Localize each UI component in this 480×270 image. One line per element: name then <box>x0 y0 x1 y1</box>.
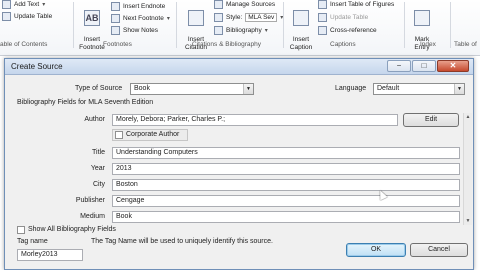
ribbon: Add Text ▾ Update Table able of Contents … <box>0 0 480 56</box>
bibliography-icon <box>214 26 223 35</box>
minimize-button[interactable]: − <box>387 60 411 72</box>
language-label: Language <box>335 85 367 92</box>
language-value: Default <box>377 85 400 92</box>
citation-icon <box>188 10 204 26</box>
ribbon-separator <box>404 2 405 48</box>
chevron-down-icon: ▾ <box>42 2 46 8</box>
footnote-icon: AB <box>84 10 100 26</box>
ribbon-separator <box>176 2 177 48</box>
index-group-label: Index <box>420 41 436 48</box>
caption-icon <box>293 10 309 26</box>
bibliography-button[interactable]: Bibliography ▾ <box>214 26 268 35</box>
show-all-fields-label: Show All Bibliography Fields <box>28 226 116 233</box>
close-button[interactable]: ✕ <box>437 60 469 72</box>
add-text-icon <box>2 0 11 9</box>
insert-endnote-button[interactable]: Insert Endnote <box>111 2 165 11</box>
cross-reference-icon <box>318 26 327 35</box>
ok-button[interactable]: OK <box>346 243 406 257</box>
show-notes-icon <box>111 26 120 35</box>
scroll-up-icon[interactable]: ▲ <box>464 113 472 121</box>
corporate-author-label: Corporate Author <box>126 131 180 138</box>
edit-author-button[interactable]: Edit <box>403 113 459 127</box>
tag-name-field[interactable]: Morley2013 <box>17 249 83 261</box>
title-field[interactable]: Understanding Computers <box>112 147 460 159</box>
style-icon <box>214 13 223 22</box>
footnotes-group-label: Footnotes <box>103 41 132 48</box>
citations-group-label: Citations & Bibliography <box>192 41 262 48</box>
show-all-fields-checkbox[interactable] <box>17 226 25 234</box>
tag-name-hint: The Tag Name will be used to uniquely id… <box>91 238 273 245</box>
table-of-authorities-group-label: Table of <box>454 41 477 48</box>
medium-label: Medium <box>80 213 105 220</box>
insert-table-of-figures-button[interactable]: Insert Table of Figures <box>318 0 394 9</box>
next-footnote-icon <box>111 14 120 23</box>
publisher-label: Publisher <box>75 197 105 204</box>
manage-sources-icon <box>214 0 223 9</box>
language-select[interactable]: Default ▼ <box>373 83 465 95</box>
style-selector[interactable]: Style: MLA Sev ▾ <box>214 13 283 22</box>
scroll-down-icon[interactable]: ▼ <box>464 217 472 225</box>
table-of-figures-icon <box>318 0 327 9</box>
medium-field[interactable]: Book <box>112 211 460 223</box>
captions-group-label: Captions <box>330 41 356 48</box>
year-label: Year <box>90 165 105 172</box>
maximize-button[interactable]: □ <box>412 60 436 72</box>
insert-caption-button[interactable]: Insert Caption <box>286 2 316 52</box>
style-value[interactable]: MLA Sev <box>245 13 278 22</box>
ribbon-separator <box>450 2 451 48</box>
toc-group-label: able of Contents <box>0 41 48 48</box>
corporate-author-checkbox[interactable] <box>115 131 123 139</box>
author-field[interactable]: Morely, Debora; Parker, Charles P.; <box>112 114 398 126</box>
author-label: Author <box>84 116 105 123</box>
chevron-down-icon: ▼ <box>454 84 464 94</box>
endnote-icon <box>111 2 120 11</box>
cancel-button[interactable]: Cancel <box>410 243 468 257</box>
ribbon-separator <box>283 2 284 48</box>
dialog-titlebar[interactable]: Create Source − □ ✕ <box>5 59 473 75</box>
next-footnote-button[interactable]: Next Footnote ▾ <box>111 14 170 23</box>
publisher-field[interactable]: Cengage <box>112 195 460 207</box>
ribbon-separator <box>73 2 74 48</box>
update-table-button[interactable]: Update Table <box>2 12 52 21</box>
cross-reference-button[interactable]: Cross-reference <box>318 26 377 35</box>
show-notes-button[interactable]: Show Notes <box>111 26 158 35</box>
mark-entry-icon <box>414 10 430 26</box>
refresh-icon <box>2 12 11 21</box>
chevron-down-icon: ▾ <box>264 28 268 34</box>
add-text-button[interactable]: Add Text ▾ <box>2 0 45 9</box>
refresh-icon <box>318 13 327 22</box>
update-table-figures-button[interactable]: Update Table <box>318 13 368 22</box>
create-source-dialog: Create Source − □ ✕ Type of Source Book … <box>4 58 474 270</box>
type-of-source-value: Book <box>134 85 150 92</box>
year-field[interactable]: 2013 <box>112 163 460 175</box>
city-field[interactable]: Boston <box>112 179 460 191</box>
fields-scrollbar[interactable]: ▲ ▼ <box>463 113 472 225</box>
chevron-down-icon: ▾ <box>166 16 170 22</box>
type-of-source-label: Type of Source <box>75 85 123 92</box>
section-heading: Bibliography Fields for MLA Seventh Edit… <box>17 99 154 106</box>
dialog-title: Create Source <box>11 62 63 71</box>
type-of-source-select[interactable]: Book ▼ <box>130 83 254 95</box>
title-label: Title <box>92 149 105 156</box>
window-controls: − □ ✕ <box>387 60 469 72</box>
city-label: City <box>92 181 105 188</box>
manage-sources-button[interactable]: Manage Sources <box>214 0 275 9</box>
chevron-down-icon: ▼ <box>243 84 253 94</box>
tag-name-label: Tag name <box>17 238 48 245</box>
